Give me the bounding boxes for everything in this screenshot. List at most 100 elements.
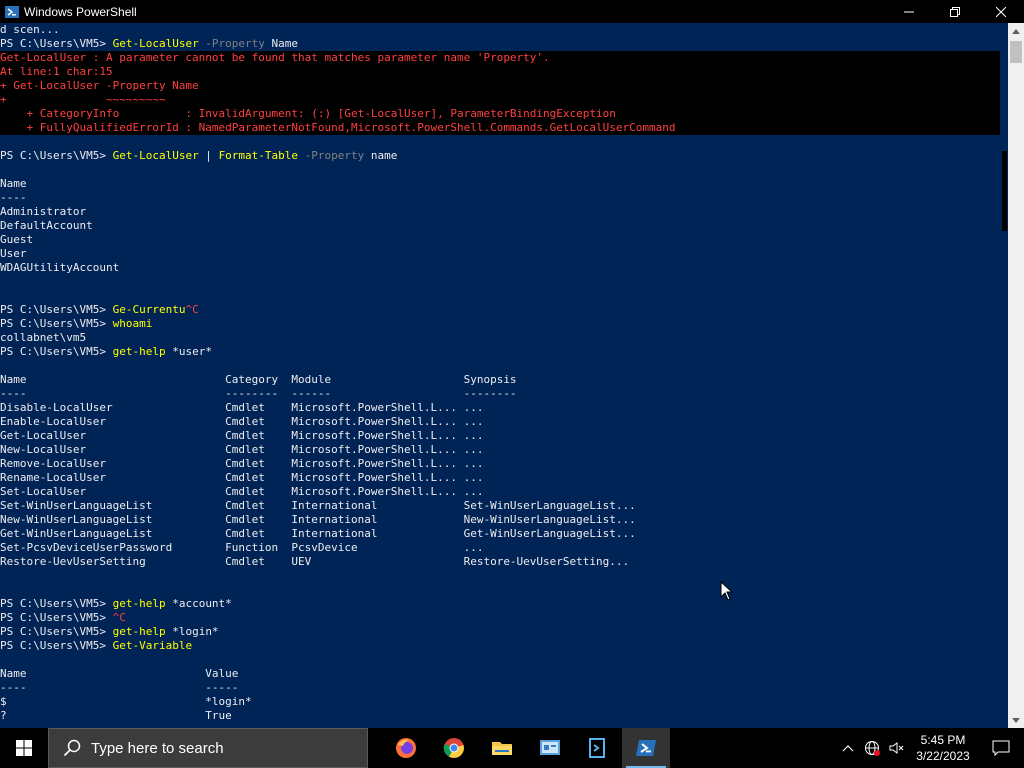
console-token: ^C xyxy=(185,303,199,316)
network-globe-icon xyxy=(865,741,880,756)
vertical-scrollbar[interactable] xyxy=(1008,23,1024,728)
console-text: + CategoryInfo : InvalidArgument: (:) [G… xyxy=(0,107,616,120)
mouse-pointer-icon xyxy=(720,581,734,601)
console-text: + FullyQualifiedErrorId : NamedParameter… xyxy=(0,121,676,134)
search-icon xyxy=(63,739,81,757)
title-bar[interactable]: Windows PowerShell xyxy=(0,0,1024,23)
taskbar-file-explorer[interactable] xyxy=(478,728,526,768)
console-line: Get-WinUserLanguageList Cmdlet Internati… xyxy=(0,527,1000,541)
console-text: ? True xyxy=(0,709,232,722)
console-token: *login* xyxy=(165,625,219,638)
edge-marker xyxy=(1002,151,1007,231)
taskbar: Type here to search 5:45 PM 3/22/2023 xyxy=(0,728,1024,768)
console-line: ---- ----- xyxy=(0,681,1000,695)
console-line: Name Category Module Synopsis xyxy=(0,373,1000,387)
console-token: Name xyxy=(264,37,299,50)
volume-button[interactable] xyxy=(884,728,908,768)
console-text: Remove-LocalUser Cmdlet Microsoft.PowerS… xyxy=(0,457,484,470)
console-line: Remove-LocalUser Cmdlet Microsoft.PowerS… xyxy=(0,457,1000,471)
console-line: Administrator xyxy=(0,205,1000,219)
minimize-button[interactable] xyxy=(886,0,932,23)
console-text: ---- ----- xyxy=(0,681,239,694)
system-tray: 5:45 PM 3/22/2023 xyxy=(836,728,1024,768)
chevron-down-icon xyxy=(1012,717,1020,723)
console-line: PS C:\Users\VM5> ^C xyxy=(0,611,1000,625)
clock-date: 3/22/2023 xyxy=(916,749,970,763)
console-line: User xyxy=(0,247,1000,261)
console-line: WDAGUtilityAccount xyxy=(0,261,1000,275)
console-token: Format-Table xyxy=(218,149,299,162)
console-line: collabnet\vm5 xyxy=(0,331,1000,345)
console-text: $ *login* xyxy=(0,695,252,708)
chrome-icon xyxy=(443,738,464,758)
chevron-up-icon xyxy=(1012,28,1020,34)
taskbar-firefox[interactable] xyxy=(382,728,430,768)
taskbar-clock[interactable]: 5:45 PM 3/22/2023 xyxy=(908,732,978,764)
powershell-icon xyxy=(5,5,19,18)
window-title: Windows PowerShell xyxy=(24,4,137,19)
console-line: Get-LocalUser Cmdlet Microsoft.PowerShel… xyxy=(0,429,1000,443)
taskbar-search-box[interactable]: Type here to search xyxy=(48,728,368,768)
console-token: PS C:\Users\VM5> xyxy=(0,345,113,358)
taskbar-control-panel[interactable] xyxy=(526,728,574,768)
notification-icon xyxy=(992,740,1010,756)
console-token: | xyxy=(198,149,219,162)
console-line: PS C:\Users\VM5> Get-Variable xyxy=(0,639,1000,653)
console-line: Set-WinUserLanguageList Cmdlet Internati… xyxy=(0,499,1000,513)
close-button[interactable] xyxy=(978,0,1024,23)
windows-logo-icon xyxy=(16,740,32,756)
console-token: PS C:\Users\VM5> xyxy=(0,303,113,316)
console-line: Set-PcsvDeviceUserPassword Function Pcsv… xyxy=(0,541,1000,555)
scroll-thumb[interactable] xyxy=(1010,41,1022,63)
console-line: PS C:\Users\VM5> get-help *account* xyxy=(0,597,1000,611)
console-text: Set-LocalUser Cmdlet Microsoft.PowerShel… xyxy=(0,485,484,498)
console-token: get-help xyxy=(112,625,166,638)
console-line: Guest xyxy=(0,233,1000,247)
action-center-button[interactable] xyxy=(978,728,1024,768)
console-line: ---- -------- ------ -------- xyxy=(0,387,1000,401)
show-hidden-icons-button[interactable] xyxy=(836,728,860,768)
powershell-ise-icon xyxy=(589,738,605,758)
console-text: Get-WinUserLanguageList Cmdlet Internati… xyxy=(0,527,636,540)
console-token: Get-LocalUser xyxy=(112,149,199,162)
console-line: PS C:\Users\VM5> get-help *login* xyxy=(0,625,1000,639)
console-token: -Property xyxy=(198,37,265,50)
console-text: Get-LocalUser Cmdlet Microsoft.PowerShel… xyxy=(0,429,484,442)
restore-button[interactable] xyxy=(932,0,978,23)
console-token: name xyxy=(364,149,398,162)
scroll-down-button[interactable] xyxy=(1008,712,1024,728)
console-token: Get-Variable xyxy=(112,639,193,652)
console-token: PS C:\Users\VM5> xyxy=(0,149,113,162)
console-line: + ~~~~~~~~~ xyxy=(0,93,1000,107)
console-text: Name Category Module Synopsis xyxy=(0,373,517,386)
console-text: Name Value xyxy=(0,667,239,680)
console-line: Set-LocalUser Cmdlet Microsoft.PowerShel… xyxy=(0,485,1000,499)
console-line: Enable-LocalUser Cmdlet Microsoft.PowerS… xyxy=(0,415,1000,429)
console-text: collabnet\vm5 xyxy=(0,331,87,344)
taskbar-powershell[interactable] xyxy=(622,728,670,768)
console-text: Name xyxy=(0,177,27,190)
console-text: DefaultAccount xyxy=(0,219,93,232)
console-text: User xyxy=(0,247,27,260)
console-text: Guest xyxy=(0,233,34,246)
console-line: At line:1 char:15 xyxy=(0,65,1000,79)
taskbar-powershell-ise[interactable] xyxy=(574,728,622,768)
network-button[interactable] xyxy=(860,728,884,768)
console-line: Disable-LocalUser Cmdlet Microsoft.Power… xyxy=(0,401,1000,415)
taskbar-chrome[interactable] xyxy=(430,728,478,768)
console-output[interactable]: d scen... PS C:\Users\VM5> Get-LocalUser … xyxy=(0,23,1000,728)
console-edge xyxy=(1000,23,1008,728)
console-text: Administrator xyxy=(0,205,87,218)
console-text: At line:1 char:15 xyxy=(0,65,113,78)
start-button[interactable] xyxy=(0,728,48,768)
console-line: + FullyQualifiedErrorId : NamedParameter… xyxy=(0,121,1000,135)
console-line: PS C:\Users\VM5> Ge-Currentu^C xyxy=(0,303,1000,317)
console-text: Restore-UevUserSetting Cmdlet UEV Restor… xyxy=(0,555,630,568)
firefox-icon xyxy=(396,738,416,758)
folder-icon xyxy=(492,742,512,755)
console-token: Ge-Currentu xyxy=(112,303,186,316)
scroll-up-button[interactable] xyxy=(1008,23,1024,39)
